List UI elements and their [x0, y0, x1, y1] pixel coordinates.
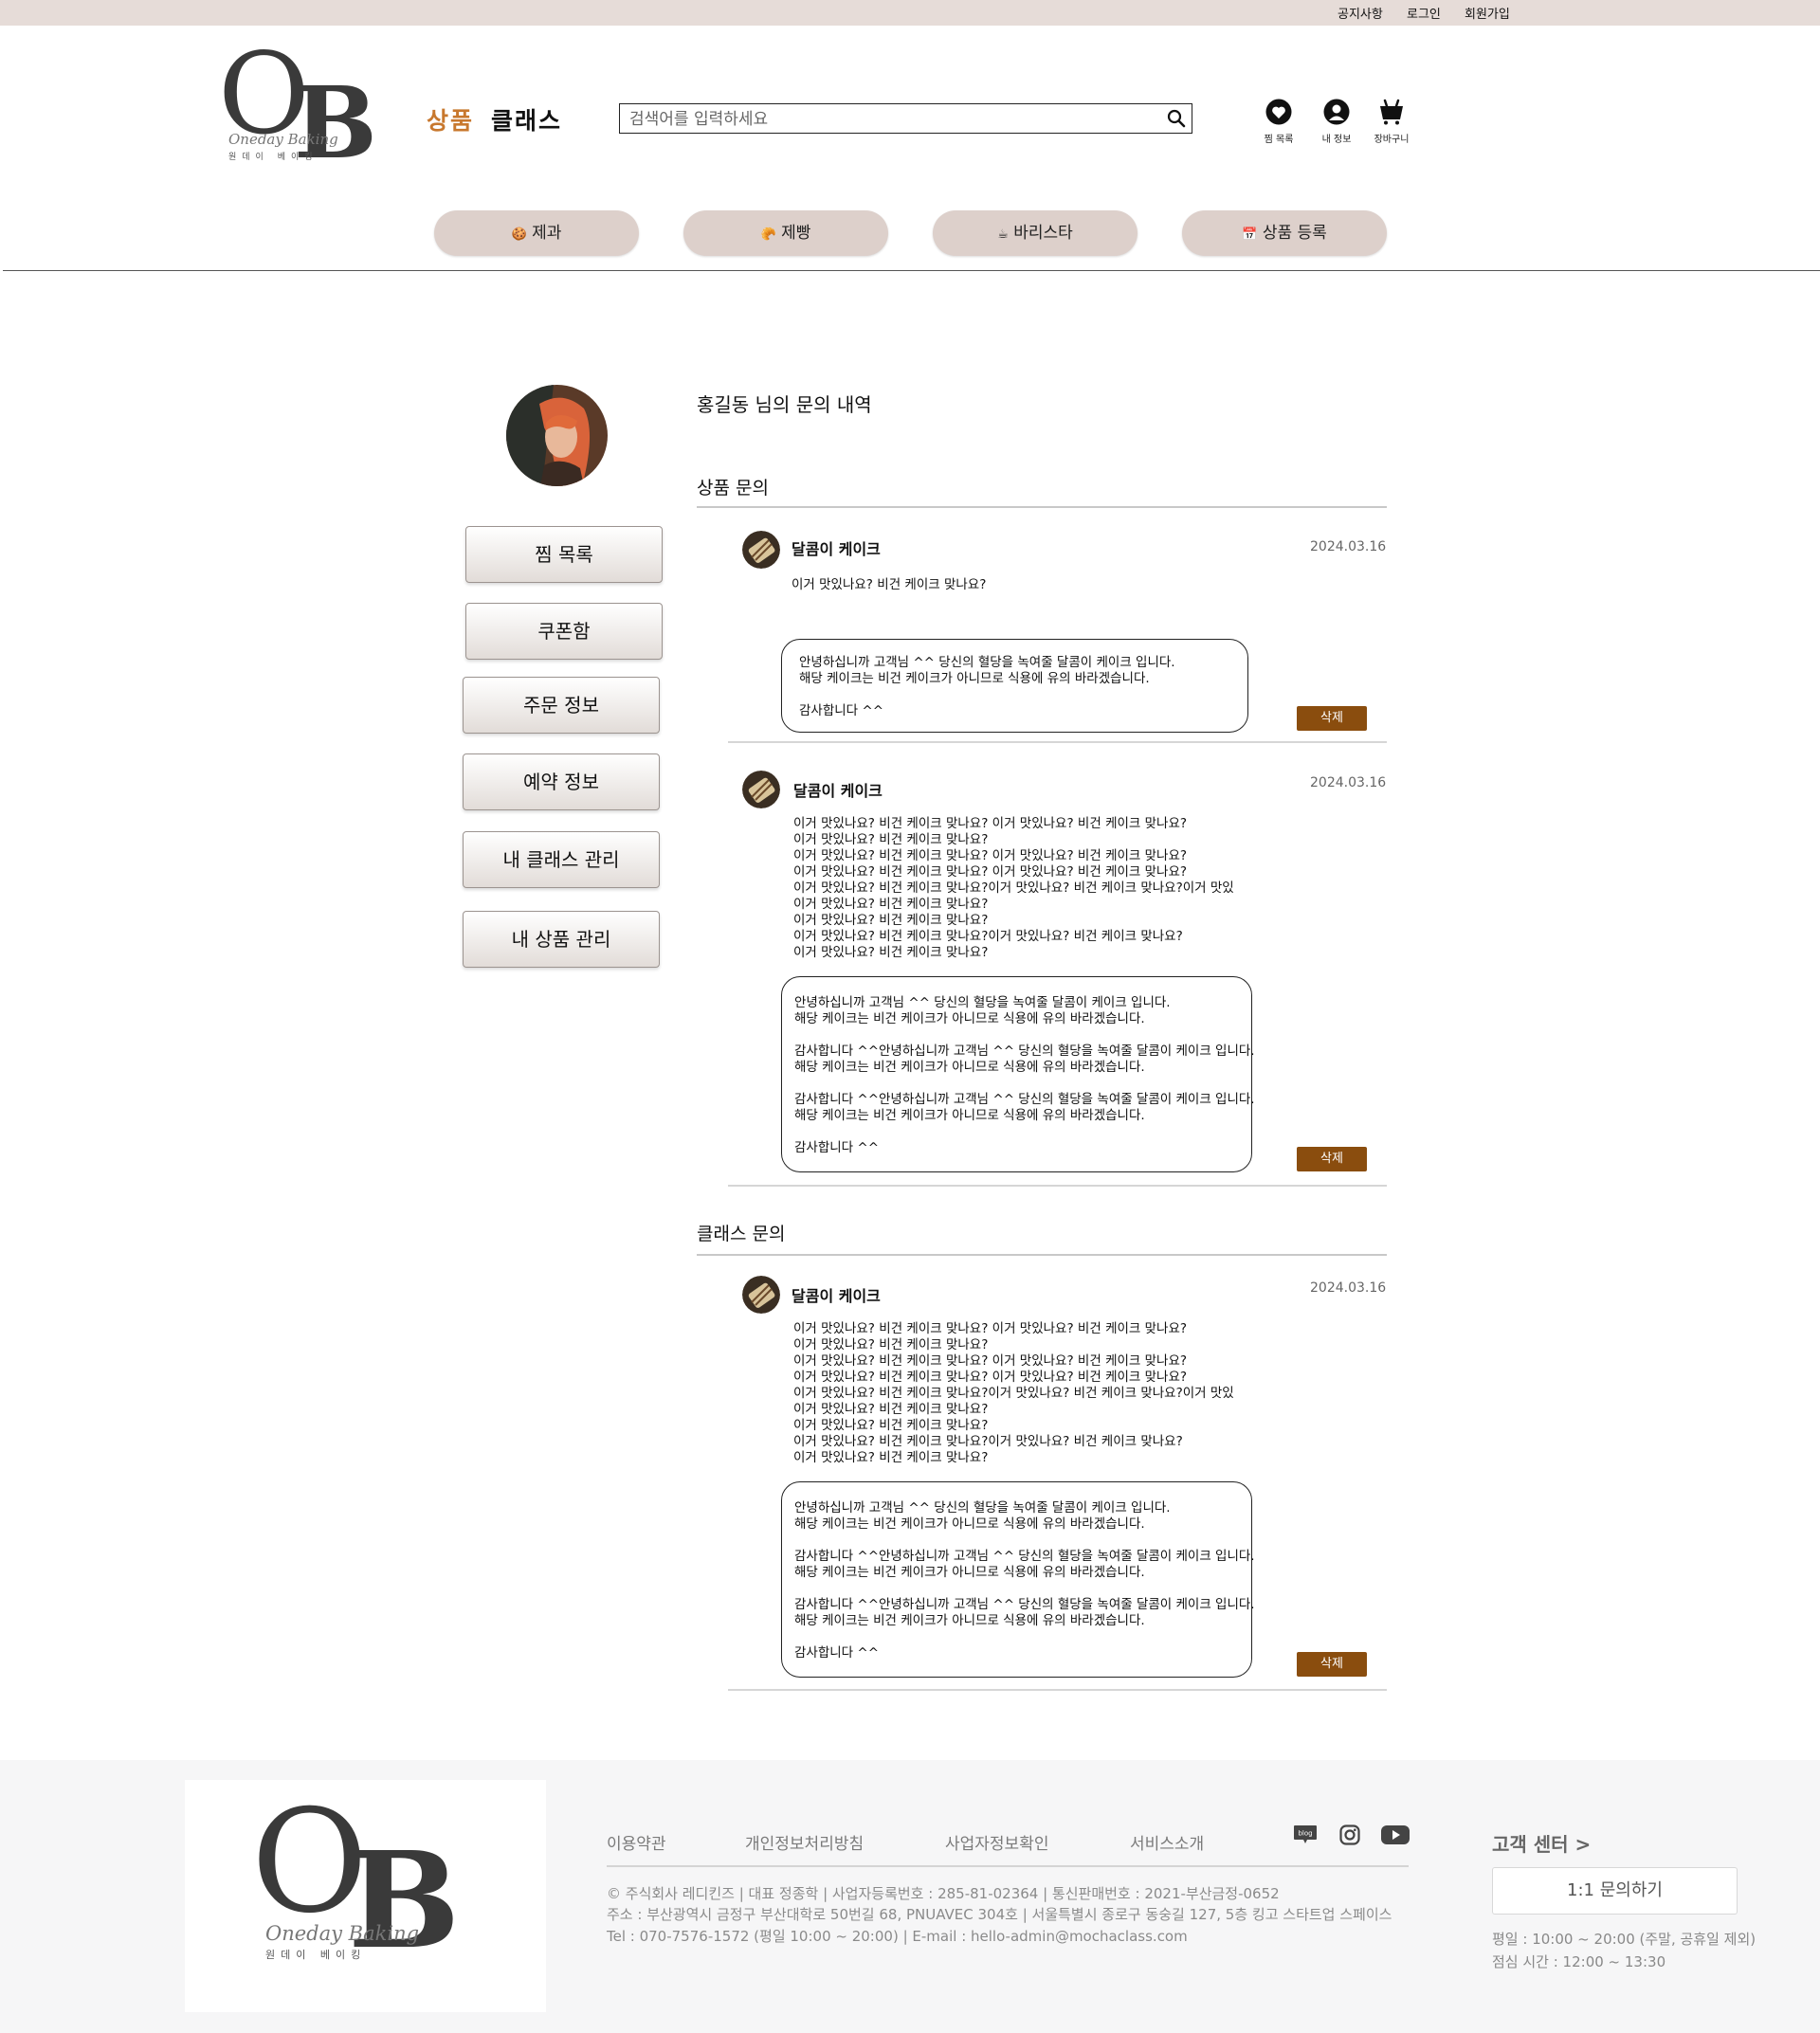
item-divider: [728, 1185, 1387, 1187]
item-divider: [728, 1689, 1387, 1691]
product-thumbnail: [742, 1276, 780, 1314]
category-label: 제빵: [781, 224, 811, 243]
page-title: 홍길동 님의 문의 내역: [697, 393, 872, 416]
product-thumbnail: [742, 771, 780, 808]
signup-link[interactable]: 회원가입: [1465, 4, 1510, 22]
footer-link-privacy[interactable]: 개인정보처리방침: [745, 1830, 864, 1854]
category-register-button[interactable]: 📅 상품 등록: [1182, 210, 1387, 256]
category-label: 제과: [532, 224, 562, 243]
answer-text: 안녕하십니까 고객님 ^^ 당신의 혈당을 녹여줄 달콤이 케이크 입니다. 해…: [794, 995, 1255, 1155]
sidebar-item-my-classes[interactable]: 내 클래스 관리: [463, 831, 660, 888]
nav-product[interactable]: 상품: [427, 102, 474, 136]
footer-link-service-intro[interactable]: 서비스소개: [1130, 1830, 1204, 1854]
cookie-icon: 🍪: [511, 227, 527, 242]
cs-hours-lunch: 점심 시간 : 12:00 ~ 13:30: [1492, 1953, 1666, 1970]
footer-logo[interactable]: O B Oneday Baking 원데이 베이킹: [185, 1780, 546, 2012]
logo-subtitle: 원데이 베이킹: [265, 1949, 367, 1961]
sidebar-item-reservations[interactable]: 예약 정보: [463, 753, 660, 810]
section-divider: [697, 1254, 1387, 1256]
inquiry-date: 2024.03.16: [1310, 1280, 1387, 1296]
logo-subtitle: 원데이 베이킹: [228, 153, 318, 162]
delete-button[interactable]: 삭제: [1297, 706, 1367, 731]
myinfo-header-label: 내 정보: [1321, 135, 1352, 145]
item-divider: [728, 741, 1387, 743]
footer-link-business-info[interactable]: 사업자정보확인: [945, 1830, 1048, 1854]
cs-hours-weekday: 평일 : 10:00 ~ 20:00 (주말, 공휴일 제외): [1492, 1931, 1756, 1948]
inquiry-question: 이거 맛있나요? 비건 케이크 맞나요? 이거 맛있나요? 비건 케이크 맞나요…: [793, 1321, 1234, 1465]
blog-icon-label: blog: [1298, 1830, 1312, 1838]
product-inquiry-heading: 상품 문의: [697, 478, 769, 499]
inquiry-product-title[interactable]: 달콤이 케이크: [793, 778, 883, 801]
class-inquiry-heading: 클래스 문의: [697, 1224, 786, 1244]
one-to-one-inquiry-button[interactable]: 1:1 문의하기: [1492, 1867, 1738, 1915]
category-label: 상품 등록: [1262, 224, 1327, 243]
inquiry-product-title[interactable]: 달콤이 케이크: [792, 536, 881, 559]
sidebar-item-coupons[interactable]: 쿠폰함: [465, 603, 663, 660]
search-bar: [619, 103, 1192, 134]
customer-center-link[interactable]: 고객 센터 >: [1492, 1829, 1591, 1857]
sidebar-item-orders[interactable]: 주문 정보: [463, 677, 660, 734]
inquiry-date: 2024.03.16: [1310, 539, 1387, 554]
delete-button[interactable]: 삭제: [1297, 1652, 1367, 1677]
category-label: 바리스타: [1013, 224, 1073, 243]
nav-class[interactable]: 클래스: [491, 102, 562, 136]
company-info-line-3: Tel : 070-7576-1572 (평일 10:00 ~ 20:00) |…: [607, 1928, 1188, 1945]
category-bread-button[interactable]: 🥐 제빵: [683, 210, 888, 256]
blog-icon[interactable]: blog: [1293, 1824, 1318, 1847]
logo-script: Oneday Baking: [265, 1922, 420, 1945]
myinfo-header-button[interactable]: 내 정보: [1313, 99, 1360, 145]
footer-divider: [607, 1865, 1409, 1867]
category-baking-button[interactable]: 🍪 제과: [434, 210, 639, 256]
user-icon: [1323, 99, 1350, 125]
wishlist-header-label: 찜 목록: [1264, 135, 1294, 145]
answer-box: 안녕하십니까 고객님 ^^ 당신의 혈당을 녹여줄 달콤이 케이크 입니다. 해…: [781, 1481, 1255, 1678]
top-utility-bar: 공지사항 로그인 회원가입: [0, 0, 1820, 26]
login-link[interactable]: 로그인: [1407, 4, 1441, 22]
inquiry-class-title[interactable]: 달콤이 케이크: [792, 1283, 881, 1306]
answer-text: 안녕하십니까 고객님 ^^ 당신의 혈당을 녹여줄 달콤이 케이크 입니다. 해…: [799, 655, 1175, 718]
inquiry-date: 2024.03.16: [1310, 775, 1387, 790]
inquiry-question: 이거 맛있나요? 비건 케이크 맞나요?: [792, 577, 987, 592]
delete-button[interactable]: 삭제: [1297, 1147, 1367, 1171]
calendar-icon: 📅: [1242, 227, 1258, 242]
notice-link[interactable]: 공지사항: [1338, 4, 1383, 22]
site-logo[interactable]: O B Oneday Baking 원데이 베이킹: [213, 38, 377, 180]
sidebar-item-wishlist[interactable]: 찜 목록: [465, 526, 663, 583]
company-info-line-1: © 주식회사 레디킨즈 | 대표 정종학 | 사업자등록번호 : 285-81-…: [607, 1885, 1280, 1902]
cart-header-label: 장바구니: [1374, 135, 1410, 145]
section-divider: [697, 506, 1387, 508]
profile-avatar: [506, 385, 608, 486]
wishlist-header-button[interactable]: 찜 목록: [1255, 99, 1302, 145]
category-barista-button[interactable]: ☕ 바리스타: [933, 210, 1138, 256]
cart-icon: [1380, 99, 1403, 125]
coffee-icon: ☕: [997, 227, 1009, 242]
product-thumbnail: [742, 531, 780, 569]
inquiry-question: 이거 맛있나요? 비건 케이크 맞나요? 이거 맛있나요? 비건 케이크 맞나요…: [793, 816, 1234, 960]
croissant-icon: 🥐: [760, 227, 776, 242]
heart-icon: [1265, 99, 1292, 125]
answer-box: 안녕하십니까 고객님 ^^ 당신의 혈당을 녹여줄 달콤이 케이크 입니다. 해…: [781, 639, 1248, 733]
cart-header-button[interactable]: 장바구니: [1368, 99, 1415, 145]
youtube-icon[interactable]: [1381, 1824, 1410, 1845]
search-icon[interactable]: [1167, 109, 1186, 128]
footer-link-terms[interactable]: 이용약관: [607, 1830, 666, 1854]
logo-script: Oneday Baking: [228, 131, 338, 148]
search-input[interactable]: [628, 107, 1143, 132]
answer-text: 안녕하십니까 고객님 ^^ 당신의 혈당을 녹여줄 달콤이 케이크 입니다. 해…: [794, 1500, 1255, 1661]
sidebar-item-my-products[interactable]: 내 상품 관리: [463, 911, 660, 968]
company-info-line-2: 주소 : 부산광역시 금정구 부산대학로 50번길 68, PNUAVEC 30…: [607, 1906, 1392, 1923]
answer-box: 안녕하십니까 고객님 ^^ 당신의 혈당을 녹여줄 달콤이 케이크 입니다. 해…: [781, 976, 1255, 1172]
header-divider: [3, 270, 1820, 271]
instagram-icon[interactable]: [1339, 1824, 1360, 1845]
